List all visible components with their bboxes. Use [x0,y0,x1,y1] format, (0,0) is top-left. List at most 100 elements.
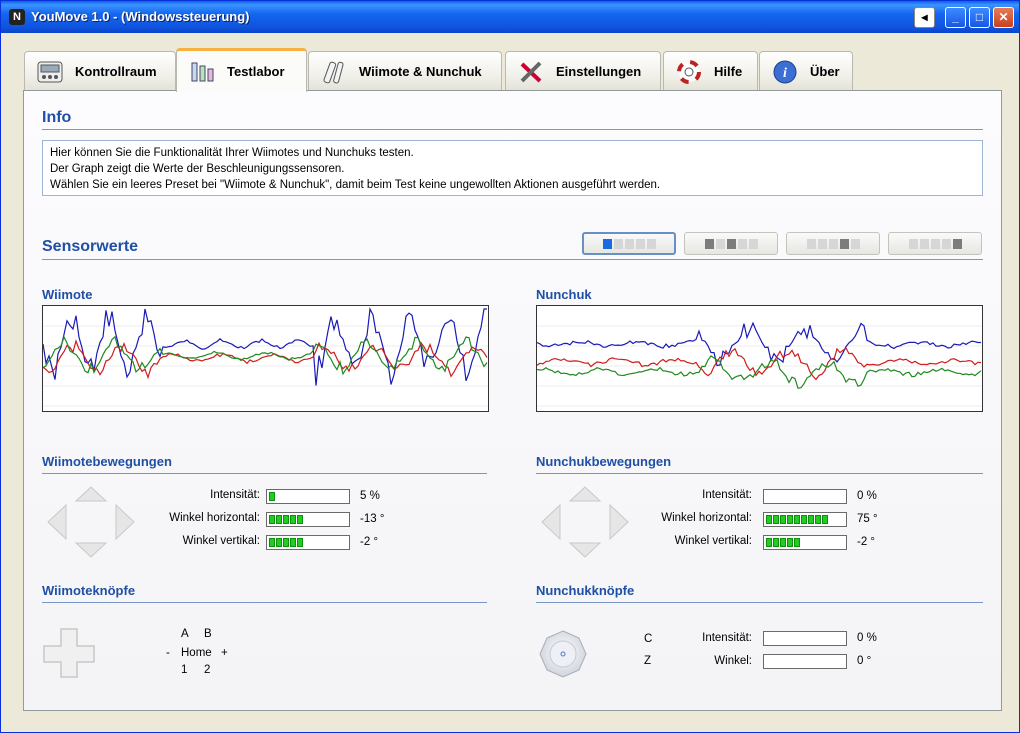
app-window: N YouMove 1.0 - (Windowssteuerung) ◂ _ □… [0,0,1020,733]
window-title: YouMove 1.0 - (Windowssteuerung) [31,9,250,24]
bar-segment [780,515,786,524]
wiimote-button-plus: + [221,647,228,659]
section-divider [42,129,983,130]
tab-testlabor[interactable]: Testlabor [176,48,307,92]
wiimote-graph-title: Wiimote [42,287,93,302]
bar-segment [283,515,289,524]
wiimote-buttons-title: Wiimoteknöpfe [42,583,136,598]
back-button[interactable]: ◂ [914,7,935,28]
nunchuk-angle-v-bar [763,535,847,550]
wiimote-button-2: 2 [204,664,211,676]
nunchuk-stick-intensity-bar [763,631,847,646]
bar-segment [269,538,275,547]
lab-flask-icon [189,60,215,84]
wiimote-button-home: Home [181,647,212,659]
wiimote-angle-h-value: -13 ° [360,513,385,525]
bar-segment [815,515,821,524]
control-panel-icon [37,60,63,84]
title-bar[interactable]: N YouMove 1.0 - (Windowssteuerung) ◂ _ □… [1,1,1019,33]
wiimote-angle-h-label: Winkel horizontal: [169,512,260,524]
nunchuk-stick-intensity-label: Intensität: [702,632,752,644]
preset-button-1[interactable] [582,232,676,255]
info-line: Hier können Sie die Funktionalität Ihrer… [50,147,414,159]
bar-segment [290,515,296,524]
nunchuk-stick-icon [539,630,587,678]
wiimote-button-a: A [181,628,189,640]
close-button[interactable]: ✕ [993,7,1014,28]
nunchuk-angle-h-bar [763,512,847,527]
wiimote-angle-h-bar [266,512,350,527]
bar-segment [808,515,814,524]
bar-segment [276,538,282,547]
sensor-trace [537,347,982,381]
bar-segment [794,515,800,524]
wiimote-dpad-icon [43,628,95,678]
nunchuk-movements-title: Nunchukbewegungen [536,454,672,469]
bar-segment [269,515,275,524]
wiimote-movements-title: Wiimotebewegungen [42,454,172,469]
tab-label: Wiimote & Nunchuk [359,64,482,79]
bar-segment [766,538,772,547]
nunchuk-stick-angle-label: Winkel: [714,655,752,667]
tab-wiimote-nunchuk[interactable]: Wiimote & Nunchuk [308,51,502,91]
nunchuk-sensor-graph [536,305,983,412]
bar-segment [297,515,303,524]
app-icon: N [9,9,25,25]
bar-segment [773,538,779,547]
tab-kontrollraum[interactable]: Kontrollraum [24,51,176,91]
wiimote-sensor-graph [42,305,489,412]
nunchuk-stick-intensity-value: 0 % [857,632,877,644]
wiimote-button-minus: - [166,647,170,659]
tab-panel-testlabor: Info Hier können Sie die Funktionalität … [23,90,1002,711]
tools-icon [518,60,544,84]
tab-label: Kontrollraum [75,64,157,79]
sensor-trace [43,306,487,386]
preset-button-2[interactable] [684,232,778,255]
sensor-trace [537,321,981,367]
wiimote-button-b: B [204,628,212,640]
nunchuk-graph-title: Nunchuk [536,287,592,302]
bar-segment [780,538,786,547]
wiimote-angle-v-label: Winkel vertikal: [182,535,260,547]
section-divider [42,602,487,603]
nunchuk-angle-v-label: Winkel vertikal: [674,535,752,547]
nunchuk-angle-h-value: 75 ° [857,513,878,525]
wiimote-angle-v-bar [266,535,350,550]
bar-segment [276,515,282,524]
wiimote-intensity-bar [266,489,350,504]
lifebuoy-icon [676,59,702,84]
maximize-button[interactable]: □ [969,7,990,28]
info-box: Hier können Sie die Funktionalität Ihrer… [42,140,983,196]
bar-segment [787,515,793,524]
section-divider [42,259,983,260]
section-divider [536,602,983,603]
bar-segment [794,538,800,547]
info-title: Info [42,109,72,126]
bar-segment [787,538,793,547]
bar-segment [297,538,303,547]
nunchuk-buttons-title: Nunchukknöpfe [536,583,635,598]
info-line: Wählen Sie ein leeres Preset bei "Wiimot… [50,179,661,191]
tab-label: Testlabor [227,64,285,79]
preset-button-3[interactable] [786,232,880,255]
bar-segment [801,515,807,524]
bar-segment [290,538,296,547]
bar-segment [822,515,828,524]
nunchuk-angle-h-label: Winkel horizontal: [661,512,752,524]
wiimote-button-1: 1 [181,664,188,676]
tab-ueber[interactable]: i Über [759,51,853,91]
minimize-button[interactable]: _ [945,7,966,28]
tab-label: Hilfe [714,64,743,79]
tab-hilfe[interactable]: Hilfe [663,51,758,91]
nunchuk-intensity-bar [763,489,847,504]
tab-einstellungen[interactable]: Einstellungen [505,51,661,91]
bar-segment [283,538,289,547]
wiimote-intensity-value: 5 % [360,490,380,502]
info-line: Der Graph zeigt die Werte der Beschleuni… [50,163,345,175]
info-icon: i [772,60,798,84]
tab-label: Einstellungen [556,64,642,79]
preset-button-4[interactable] [888,232,982,255]
wiimote-icon [321,60,347,84]
nunchuk-angle-v-value: -2 ° [857,536,876,548]
svg-text:i: i [783,66,787,81]
